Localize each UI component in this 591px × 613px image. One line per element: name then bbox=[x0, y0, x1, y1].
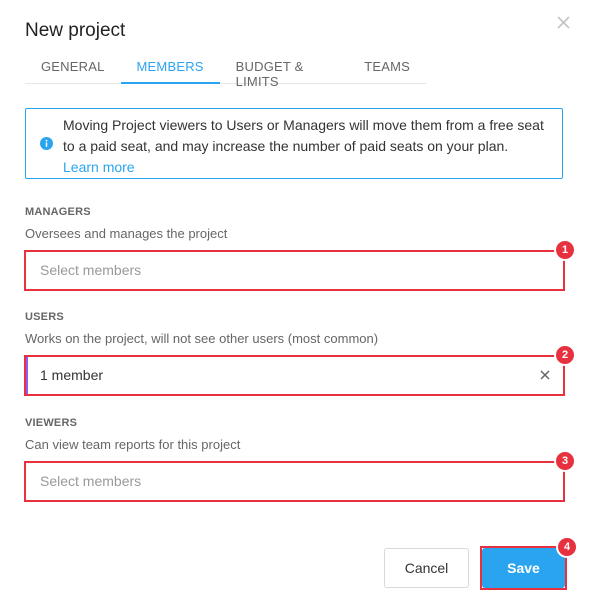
step-badge-3: 3 bbox=[554, 450, 576, 472]
learn-more-link[interactable]: Learn more bbox=[63, 157, 553, 178]
viewers-select[interactable]: Select members bbox=[25, 461, 565, 501]
save-button[interactable]: Save bbox=[482, 548, 565, 588]
tab-bar: GENERAL MEMBERS BUDGET & LIMITS TEAMS bbox=[25, 47, 426, 89]
tab-teams[interactable]: TEAMS bbox=[348, 47, 426, 83]
users-description: Works on the project, will not see other… bbox=[25, 331, 379, 346]
managers-placeholder: Select members bbox=[40, 262, 142, 278]
step-badge-2: 2 bbox=[554, 344, 576, 366]
users-value: 1 member bbox=[40, 367, 104, 383]
users-label: USERS bbox=[25, 311, 64, 323]
managers-description: Oversees and manages the project bbox=[25, 226, 228, 241]
managers-select[interactable]: Select members bbox=[25, 250, 565, 290]
viewers-description: Can view team reports for this project bbox=[25, 437, 241, 452]
step-badge-1: 1 bbox=[554, 239, 576, 261]
managers-label: MANAGERS bbox=[25, 206, 91, 218]
info-banner: Moving Project viewers to Users or Manag… bbox=[25, 108, 563, 179]
info-icon bbox=[40, 137, 53, 150]
viewers-placeholder: Select members bbox=[40, 473, 142, 489]
tab-budget-limits[interactable]: BUDGET & LIMITS bbox=[220, 47, 349, 89]
tab-members[interactable]: MEMBERS bbox=[120, 47, 220, 84]
dialog-title: New project bbox=[25, 20, 126, 41]
info-message: Moving Project viewers to Users or Manag… bbox=[63, 117, 544, 154]
viewers-label: VIEWERS bbox=[25, 417, 78, 429]
close-icon[interactable] bbox=[555, 14, 573, 32]
cancel-button[interactable]: Cancel bbox=[384, 548, 469, 588]
step-badge-4: 4 bbox=[556, 536, 578, 558]
clear-icon[interactable] bbox=[538, 368, 552, 382]
users-select[interactable]: 1 member bbox=[25, 355, 565, 395]
tab-general[interactable]: GENERAL bbox=[25, 47, 121, 83]
